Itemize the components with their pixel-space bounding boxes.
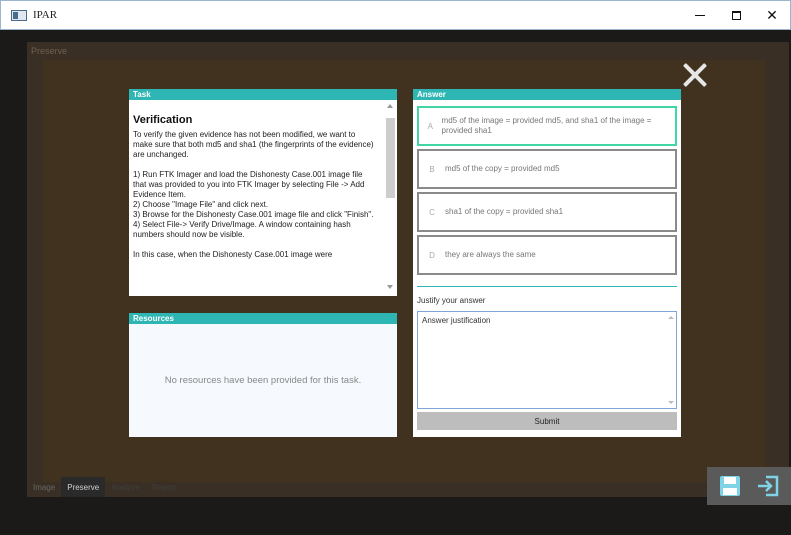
option-letter: D — [429, 250, 435, 260]
option-text: md5 of the copy = provided md5 — [445, 164, 560, 173]
resources-empty-message: No resources have been provided for this… — [164, 375, 362, 386]
task-body: Verification To verify the given evidenc… — [129, 100, 397, 296]
window-controls: ✕ — [682, 1, 790, 29]
option-letter: C — [429, 207, 435, 217]
task-header: Task — [129, 89, 397, 100]
app-icon — [11, 9, 27, 21]
justification-text: Answer justification — [422, 316, 491, 325]
tab-analyze[interactable]: Analyze — [105, 477, 145, 497]
tab-report[interactable]: Report — [146, 477, 182, 497]
minimize-icon — [695, 14, 705, 16]
option-text: md5 of the image = provided md5, and sha… — [441, 116, 652, 135]
window-title: IPAR — [33, 9, 58, 21]
answer-option-b[interactable]: B md5 of the copy = provided md5 — [417, 149, 677, 189]
justify-label: Justify your answer — [417, 296, 486, 305]
resources-panel: Resources No resources have been provide… — [129, 313, 397, 437]
option-letter: A — [427, 121, 433, 131]
scroll-up-icon[interactable] — [387, 104, 393, 108]
window-close-button[interactable]: ✕ — [754, 1, 790, 29]
maximize-button[interactable] — [718, 1, 754, 29]
answer-options: A md5 of the image = provided md5, and s… — [417, 106, 677, 278]
save-button[interactable] — [717, 473, 743, 499]
task-scrollbar[interactable] — [386, 104, 395, 289]
task-paragraph: In this case, when the Dishonesty Case.0… — [133, 250, 333, 259]
option-letter: B — [429, 164, 435, 174]
close-task-icon[interactable] — [682, 62, 708, 88]
save-icon — [720, 476, 740, 496]
justification-scrollbar[interactable] — [668, 316, 674, 404]
phase-tabs: Image Preserve Analyze Report — [0, 477, 182, 497]
answer-header: Answer — [413, 89, 681, 100]
answer-panel: Answer A md5 of the image = provided md5… — [413, 89, 681, 437]
exit-button[interactable] — [755, 473, 781, 499]
title-bar: IPAR ✕ — [0, 0, 791, 30]
justification-input[interactable]: Answer justification — [417, 311, 677, 409]
option-text: they are always the same — [445, 250, 536, 259]
tab-preserve[interactable]: Preserve — [61, 477, 106, 497]
minimize-button[interactable] — [682, 1, 718, 29]
task-panel: Task Verification To verify the given ev… — [129, 89, 397, 296]
task-title: Verification — [133, 114, 193, 126]
task-paragraph: 1) Run FTK Imager and load the Dishonest… — [133, 170, 374, 239]
option-text: sha1 of the copy = provided sha1 — [445, 207, 564, 216]
resources-body: No resources have been provided for this… — [129, 324, 397, 437]
task-paragraph: To verify the given evidence has not bee… — [133, 130, 376, 159]
answer-option-a[interactable]: A md5 of the image = provided md5, and s… — [417, 106, 677, 146]
resources-header: Resources — [129, 313, 397, 324]
answer-option-c[interactable]: C sha1 of the copy = provided sha1 — [417, 192, 677, 232]
scroll-thumb[interactable] — [386, 118, 395, 198]
stage-label: Preserve — [31, 46, 68, 56]
maximize-icon — [731, 10, 741, 20]
exit-icon — [758, 475, 779, 497]
bottom-actions — [707, 467, 791, 505]
tab-image[interactable]: Image — [27, 477, 61, 497]
close-icon: ✕ — [766, 6, 778, 23]
scroll-down-icon[interactable] — [387, 285, 393, 289]
answer-divider — [417, 286, 677, 287]
submit-button[interactable]: Submit — [417, 412, 677, 430]
answer-option-d[interactable]: D they are always the same — [417, 235, 677, 275]
